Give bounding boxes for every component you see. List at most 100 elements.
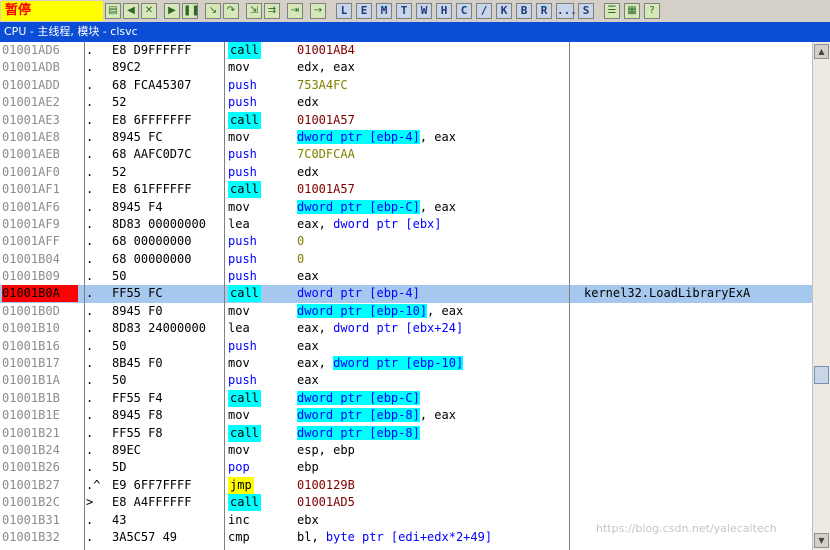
toolbar-button[interactable]: E bbox=[356, 3, 372, 19]
mnemonic-cell: push bbox=[228, 95, 257, 110]
mnemonic-cell: lea bbox=[228, 321, 250, 336]
disasm-row[interactable]: 01001AE2. 52 push edx bbox=[0, 94, 812, 111]
disasm-row[interactable]: 01001AF1. E8 61FFFFFF call 01001A57 bbox=[0, 181, 812, 199]
disasm-row[interactable]: 01001B24. 89EC mov esp, ebp bbox=[0, 442, 812, 459]
flow-marker: . bbox=[86, 338, 94, 353]
operand-cell: eax, dword ptr [ebx] bbox=[297, 216, 442, 233]
disassembly-view[interactable]: 01001AD6. E8 D9FFFFFF call 01001AB4 01001ADB… bbox=[0, 42, 812, 550]
hex-dump-cell: 68 00000000 bbox=[112, 234, 192, 249]
disasm-row[interactable]: 01001B27 .^ E9 6FF7FFFF jmp 0100129B bbox=[0, 476, 812, 494]
toolbar-button[interactable]: / bbox=[476, 3, 492, 19]
toolbar-button[interactable]: ... bbox=[556, 3, 577, 19]
operand-token: dword ptr [ebp-C] bbox=[297, 199, 420, 214]
run-icon[interactable]: ▶ bbox=[164, 3, 180, 19]
address-cell: 01001AE3 bbox=[2, 112, 60, 127]
toolbar-button[interactable]: L bbox=[336, 3, 352, 19]
hex-dump-cell: 8945 FC bbox=[112, 129, 163, 144]
toolbar-button[interactable]: B bbox=[516, 3, 532, 19]
address-cell: 01001AF1 bbox=[2, 182, 60, 197]
disasm-row[interactable]: 01001AF0. 52 push edx bbox=[0, 164, 812, 181]
hex-dump-cell: 8945 F8 bbox=[112, 408, 163, 423]
flow-marker: > bbox=[86, 495, 94, 510]
disasm-row[interactable]: 01001B10. 8D83 24000000 lea eax, dword ptr … bbox=[0, 320, 812, 337]
flow-marker: . bbox=[86, 529, 94, 544]
disasm-row[interactable]: 01001B1B. FF55 F4 call dword ptr [ebp-C] bbox=[0, 389, 812, 407]
disasm-row[interactable]: 01001B16. 50 push eax bbox=[0, 338, 812, 355]
flow-marker: . bbox=[86, 373, 94, 388]
step-into-icon[interactable]: ↘ bbox=[205, 3, 221, 19]
hex-dump-cell: E8 D9FFFFFF bbox=[112, 43, 192, 57]
list-icon[interactable]: ☰ bbox=[604, 3, 620, 19]
disasm-row[interactable]: 01001AF6. 8945 F4 mov dword ptr [ebp-C], ea… bbox=[0, 199, 812, 216]
scroll-down-button[interactable]: ▼ bbox=[814, 533, 829, 548]
vertical-scrollbar[interactable]: ▲ ▼ bbox=[812, 42, 830, 550]
address-cell: 01001B09 bbox=[2, 269, 60, 284]
hex-dump-cell: 68 AAFC0D7C bbox=[112, 147, 192, 162]
address-cell: 01001B0D bbox=[2, 303, 60, 318]
trace-into-icon[interactable]: ⇲ bbox=[246, 3, 262, 19]
address-cell: 01001B0A bbox=[2, 285, 78, 303]
operand-cell: edx bbox=[297, 164, 319, 181]
operand-token: dword ptr [ebx+24] bbox=[333, 321, 464, 336]
open-icon[interactable]: ▤ bbox=[105, 3, 121, 19]
disasm-row[interactable]: 01001AD6. E8 D9FFFFFF call 01001AB4 bbox=[0, 42, 812, 59]
disasm-row[interactable]: 01001B1A. 50 push eax bbox=[0, 372, 812, 389]
disasm-row[interactable]: 01001AF9. 8D83 00000000 lea eax, dword ptr … bbox=[0, 216, 812, 233]
scroll-up-button[interactable]: ▲ bbox=[814, 44, 829, 59]
toolbar-button[interactable]: W bbox=[416, 3, 432, 19]
toolbar-button[interactable]: K bbox=[496, 3, 512, 19]
hex-dump-cell: 8945 F4 bbox=[112, 199, 163, 214]
operand-cell: dword ptr [ebp-10], eax bbox=[297, 303, 463, 320]
help-icon[interactable]: ? bbox=[644, 3, 660, 19]
goto-icon[interactable]: → bbox=[310, 3, 326, 19]
operand-token: eax bbox=[297, 373, 319, 388]
operand-token: 01001AD5 bbox=[297, 495, 355, 510]
disasm-row[interactable]: 01001AFF. 68 00000000 push 0 bbox=[0, 233, 812, 250]
hex-dump-cell: E9 6FF7FFFF bbox=[112, 477, 192, 492]
operand-token: dword ptr [ebp-8] bbox=[297, 425, 420, 440]
flow-marker: . bbox=[86, 77, 94, 92]
flow-marker: . bbox=[86, 164, 94, 179]
operand-token: , eax bbox=[419, 199, 456, 214]
operand-token: , eax bbox=[419, 129, 456, 144]
step-over-icon[interactable]: ↷ bbox=[223, 3, 239, 19]
operand-token: dword ptr [ebp-C] bbox=[297, 390, 420, 405]
disasm-row[interactable]: 01001B0A. FF55 FC call dword ptr [ebp-4] ker… bbox=[0, 285, 812, 303]
operand-cell: edx, eax bbox=[297, 59, 355, 76]
hex-dump-cell: 50 bbox=[112, 338, 127, 353]
operand-cell: dword ptr [ebp-4], eax bbox=[297, 129, 456, 146]
disasm-row[interactable]: 01001B21. FF55 F8 call dword ptr [ebp-8] bbox=[0, 424, 812, 442]
toolbar-button[interactable]: T bbox=[396, 3, 412, 19]
hex-dump-cell: 5D bbox=[112, 460, 127, 475]
disasm-row[interactable]: 01001B1E. 8945 F8 mov dword ptr [ebp-8], ea… bbox=[0, 407, 812, 424]
disasm-row[interactable]: 01001B0D. 8945 F0 mov dword ptr [ebp-10], e… bbox=[0, 303, 812, 320]
disasm-row[interactable]: 01001AE3. E8 6FFFFFFF call 01001A57 bbox=[0, 111, 812, 129]
operand-cell: dword ptr [ebp-C] bbox=[297, 390, 420, 407]
disasm-row[interactable]: 01001B04. 68 00000000 push 0 bbox=[0, 251, 812, 268]
toolbar-button[interactable]: R bbox=[536, 3, 552, 19]
disasm-row[interactable]: 01001B2C > E8 A4FFFFFF call 01001AD5 bbox=[0, 494, 812, 512]
toolbar-button[interactable]: C bbox=[456, 3, 472, 19]
comment-cell: kernel32.LoadLibraryExA bbox=[584, 286, 751, 301]
disasm-row[interactable]: 01001ADB. 89C2 mov edx, eax bbox=[0, 59, 812, 76]
toolbar-button[interactable]: H bbox=[436, 3, 452, 19]
disasm-row[interactable]: 01001B09. 50 push eax bbox=[0, 268, 812, 285]
operand-token: dword ptr [ebp-10] bbox=[333, 356, 464, 371]
grid-icon[interactable]: ▦ bbox=[624, 3, 640, 19]
pause-icon[interactable]: ❚❚ bbox=[182, 3, 200, 19]
operand-token: 0 bbox=[297, 251, 305, 266]
toolbar-button[interactable]: S bbox=[578, 3, 594, 19]
disasm-row[interactable]: 01001AEB. 68 AAFC0D7C push 7C0DFCAA bbox=[0, 146, 812, 163]
address-cell: 01001B16 bbox=[2, 338, 60, 353]
disasm-row[interactable]: 01001B17. 8B45 F0 mov eax, dword ptr [ebp-1… bbox=[0, 355, 812, 372]
trace-over-icon[interactable]: ⇉ bbox=[264, 3, 280, 19]
disasm-row[interactable]: 01001AE8. 8945 FC mov dword ptr [ebp-4], ea… bbox=[0, 129, 812, 146]
scroll-thumb[interactable] bbox=[814, 366, 829, 384]
disasm-row[interactable]: 01001ADD. 68 FCA45307 push 753A4FC bbox=[0, 77, 812, 94]
close-icon[interactable]: ✕ bbox=[141, 3, 157, 19]
execute-till-return-icon[interactable]: ⇥ bbox=[287, 3, 303, 19]
disasm-row[interactable]: 01001B26. 5D pop ebp bbox=[0, 459, 812, 476]
toolbar-button[interactable]: M bbox=[376, 3, 392, 19]
rewind-icon[interactable]: ◀ bbox=[123, 3, 139, 19]
operand-token: bl, bbox=[297, 529, 326, 544]
